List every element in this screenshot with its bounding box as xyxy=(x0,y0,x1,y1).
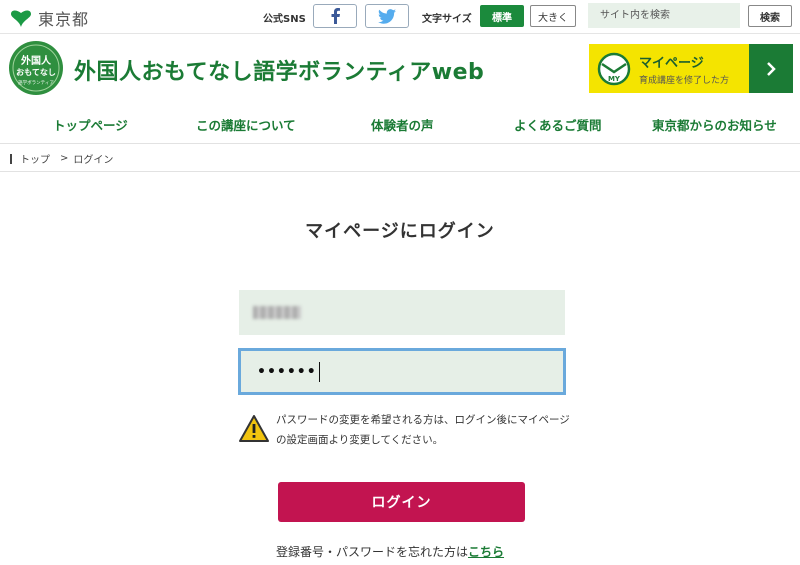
svg-text:語学ボランティア: 語学ボランティア xyxy=(18,79,54,86)
mypage-title: マイページ xyxy=(639,55,704,71)
breadcrumb: トップ > ログイン xyxy=(0,146,800,172)
site-search-input[interactable] xyxy=(588,3,740,28)
volunteer-logo-badge[interactable]: 外国人 おもてなし 語学ボランティア xyxy=(8,40,64,96)
text-caret xyxy=(318,361,320,382)
forgot-text: 登録番号・パスワードを忘れた方は xyxy=(276,545,469,559)
breadcrumb-home[interactable]: トップ xyxy=(20,151,50,166)
nav-item-tokyo-news[interactable]: 東京都からのお知らせ xyxy=(652,115,777,134)
mypage-banner[interactable]: MY マイページ 育成講座を修了した方 xyxy=(589,44,793,93)
nav-item-faq[interactable]: よくあるご質問 xyxy=(514,115,602,134)
mypage-subtitle: 育成講座を修了した方 xyxy=(639,75,730,86)
nav-item-about-course[interactable]: この講座について xyxy=(196,115,296,134)
chevron-right-icon xyxy=(767,61,776,76)
password-field[interactable]: •••••• xyxy=(238,348,566,395)
gov-name: 東京都 xyxy=(38,10,90,29)
nav-item-testimonials[interactable]: 体験者の声 xyxy=(371,115,434,134)
twitter-icon xyxy=(378,8,396,24)
svg-text:外国人: 外国人 xyxy=(20,54,52,67)
forgot-link[interactable]: こちら xyxy=(468,545,504,559)
nav-item-top-page[interactable]: トップページ xyxy=(53,115,128,134)
password-value: •••••• xyxy=(257,363,317,380)
blurred-username xyxy=(253,306,301,319)
facebook-icon xyxy=(331,8,340,24)
breadcrumb-marker xyxy=(10,153,12,164)
ginkgo-leaf-icon xyxy=(11,10,31,27)
login-button[interactable]: ログイン xyxy=(278,482,525,522)
facebook-button[interactable] xyxy=(313,4,357,28)
main-navigation: トップページ この講座について 体験者の声 よくあるご質問 東京都からのお知らせ xyxy=(0,104,800,144)
sns-label: 公式SNS xyxy=(263,14,306,25)
warning-icon xyxy=(239,415,269,442)
breadcrumb-separator: > xyxy=(60,153,69,164)
mypage-link[interactable]: MY マイページ 育成講座を修了した方 xyxy=(589,44,749,93)
text-size-standard-button[interactable]: 標準 xyxy=(480,5,524,27)
svg-text:おもてなし: おもてなし xyxy=(16,68,56,77)
site-title[interactable]: 外国人おもてなし語学ボランティアweb xyxy=(74,54,484,86)
twitter-button[interactable] xyxy=(365,4,409,28)
svg-text:MY: MY xyxy=(608,75,621,83)
top-utility-bar: 東京都 公式SNS 文字サイズ 標準 大きく 検索 xyxy=(0,0,800,34)
tokyo-government-logo[interactable]: 東京都 xyxy=(10,6,89,30)
password-change-notice: パスワードの変更を希望される方は、ログイン後にマイページの設定画面より変更してく… xyxy=(276,414,570,446)
page-title: マイページにログイン xyxy=(305,221,495,242)
breadcrumb-current: ログイン xyxy=(73,155,114,166)
text-size-label: 文字サイズ xyxy=(422,14,472,25)
forgot-credentials: 登録番号・パスワードを忘れた方はこちら xyxy=(276,543,504,560)
my-badge-icon: MY xyxy=(597,52,631,85)
mypage-arrow-button[interactable] xyxy=(749,44,793,93)
search-button[interactable]: 検索 xyxy=(748,5,792,27)
text-size-large-button[interactable]: 大きく xyxy=(530,5,576,27)
